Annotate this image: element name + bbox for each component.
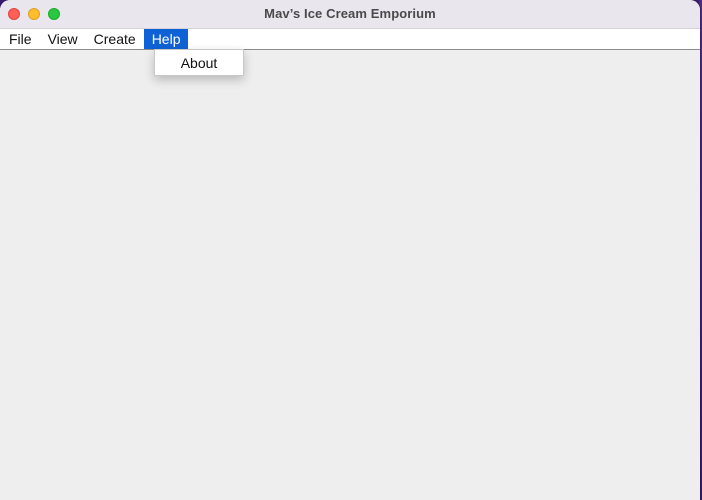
menu-create[interactable]: Create	[86, 29, 144, 49]
menu-help[interactable]: Help	[143, 29, 189, 49]
main-content-area	[0, 50, 700, 500]
title-bar: Mav’s Ice Cream Emporium	[0, 0, 700, 29]
app-window: Mav’s Ice Cream Emporium File View Creat…	[0, 0, 700, 500]
menu-file[interactable]: File	[1, 29, 40, 49]
help-dropdown-menu: About	[154, 49, 244, 76]
menu-item-about[interactable]: About	[155, 54, 243, 72]
menu-view[interactable]: View	[40, 29, 86, 49]
window-title: Mav’s Ice Cream Emporium	[264, 6, 436, 21]
menu-bar: File View Create Help	[0, 29, 700, 50]
